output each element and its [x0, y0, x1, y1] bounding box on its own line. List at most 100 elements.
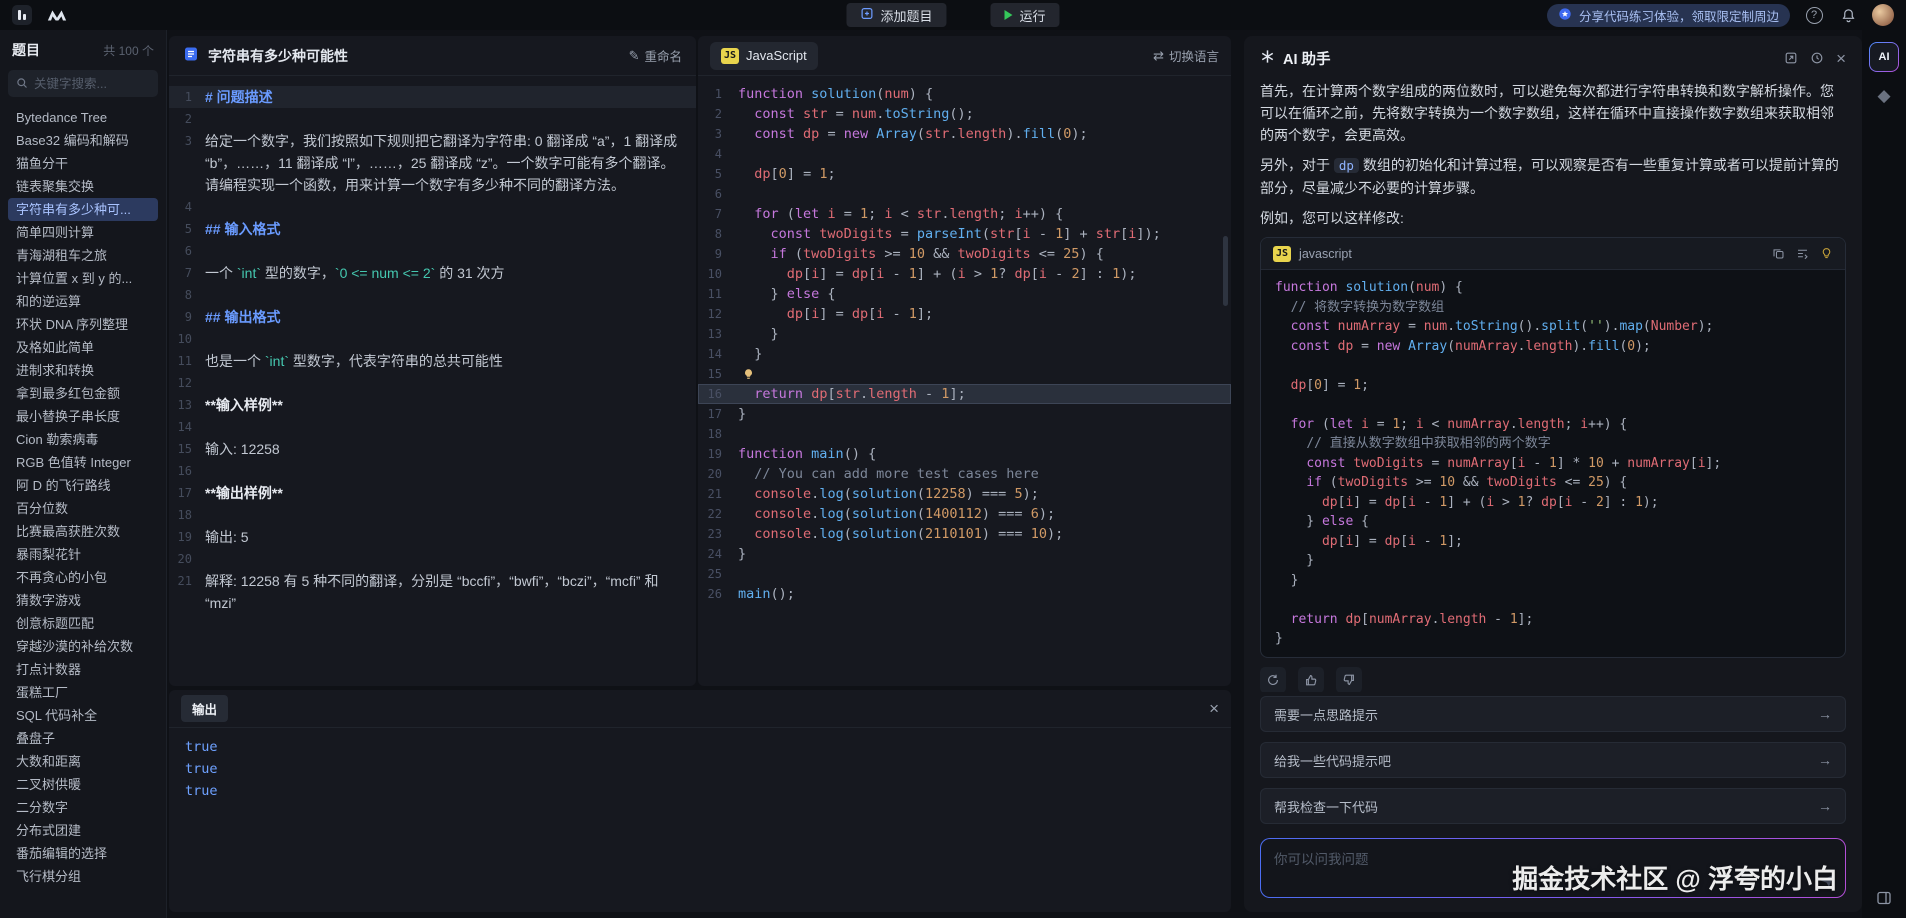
marscode-logo-icon[interactable] — [46, 8, 68, 22]
sidebar-item[interactable]: 环状 DNA 序列整理 — [8, 313, 158, 336]
markdown-line: 8 — [169, 284, 696, 306]
sidebar-item[interactable]: 及格如此简单 — [8, 336, 158, 359]
markdown-line: 5 ## 输入格式 — [169, 218, 696, 240]
code-text: console.log(solution(12258) === 5); — [738, 484, 1231, 504]
copy-icon[interactable] — [1772, 247, 1785, 260]
scrollbar[interactable] — [1223, 236, 1228, 306]
promo-button[interactable]: 分享代码练习体验，领取限定制周边 — [1547, 4, 1790, 27]
sidebar-item-label: 大数和距离 — [16, 754, 81, 769]
rename-label: 重命名 — [644, 46, 682, 65]
markdown-text — [205, 548, 696, 570]
sidebar-item[interactable]: 比赛最高获胜次数 — [8, 520, 158, 543]
sidebar-item[interactable]: 链表聚集交换 — [8, 175, 158, 198]
sidebar-item[interactable]: 最小替换子串长度 — [8, 405, 158, 428]
sidebar-item[interactable]: 进制求和转换 — [8, 359, 158, 382]
sidebar-item[interactable]: 青海湖租车之旅 — [8, 244, 158, 267]
problem-panel: 字符串有多少种可能性 ✎ 重命名 1 # 问题描述 — [169, 36, 696, 686]
run-button[interactable]: 运行 — [991, 3, 1060, 27]
code-text: dp[i] = dp[i - 1]; — [738, 304, 1231, 324]
add-problem-button[interactable]: 添加题目 — [846, 3, 946, 27]
line-number: 11 — [169, 350, 205, 372]
bell-icon[interactable] — [1838, 5, 1858, 25]
sidebar-item-label: 蛋糕工厂 — [16, 685, 68, 700]
problem-count: 共 100 个 — [103, 42, 154, 59]
code-line: 22 console.log(solution(1400112) === 6); — [698, 504, 1231, 524]
sidebar-item[interactable]: 百分位数 — [8, 497, 158, 520]
sidebar-item[interactable]: 和的逆运算 — [8, 290, 158, 313]
sidebar-item[interactable]: Base32 编码和解码 — [8, 129, 158, 152]
markdown-editor[interactable]: 1 # 问题描述 2 3 给定一个数字，我们按照如下规则把它翻译为字符串: 0 … — [169, 76, 696, 686]
avatar[interactable] — [1872, 4, 1894, 26]
help-icon[interactable]: ? — [1804, 5, 1824, 25]
sidebar-item[interactable]: 穿越沙漠的补给次数 — [8, 635, 158, 658]
sidebar-item[interactable]: 分布式团建 — [8, 819, 158, 842]
ai-code-line: const twoDigits = numArray[i - 1] * 10 +… — [1275, 454, 1831, 474]
line-number: 21 — [169, 570, 205, 614]
code-editor[interactable]: 1 function solution(num) { 2 const str =… — [698, 76, 1231, 686]
output-line: true — [185, 780, 1215, 802]
line-number: 14 — [169, 416, 205, 438]
close-icon[interactable]: × — [1836, 50, 1846, 67]
line-number: 6 — [169, 240, 205, 262]
add-icon — [860, 7, 873, 23]
output-tab[interactable]: 输出 — [181, 695, 228, 722]
search-box[interactable] — [8, 70, 158, 97]
ai-input-box — [1260, 838, 1846, 898]
sidebar-item[interactable]: 阿 D 的飞行路线 — [8, 474, 158, 497]
juejin-logo-icon[interactable]: ◆ — [1877, 86, 1890, 106]
sidebar-item[interactable]: 猜数字游戏 — [8, 589, 158, 612]
close-icon[interactable]: × — [1209, 700, 1219, 717]
sidebar-item-label: 字符串有多少种可... — [16, 202, 131, 217]
switch-language-button[interactable]: ⇄ 切换语言 — [1153, 46, 1219, 65]
code-line: 25 — [698, 564, 1231, 584]
sidebar-item[interactable]: 简单四则计算 — [8, 221, 158, 244]
insert-code-icon[interactable] — [1796, 247, 1809, 260]
sidebar-item[interactable]: 大数和距离 — [8, 750, 158, 773]
arrow-right-icon: → — [1818, 752, 1832, 768]
rename-button[interactable]: ✎ 重命名 — [629, 46, 682, 65]
sidebar-item[interactable]: 不再贪心的小包 — [8, 566, 158, 589]
sidebar-item[interactable]: 暴雨梨花针 — [8, 543, 158, 566]
send-icon[interactable] — [1819, 873, 1835, 889]
thumbs-up-icon[interactable] — [1298, 667, 1324, 693]
sidebar-item[interactable]: Cion 勒索病毒 — [8, 428, 158, 451]
sidebar-item[interactable]: 叠盘子 — [8, 727, 158, 750]
sidebar-item[interactable]: SQL 代码补全 — [8, 704, 158, 727]
pencil-icon: ✎ — [629, 48, 640, 64]
sidebar-item[interactable]: 蛋糕工厂 — [8, 681, 158, 704]
sidebar-item[interactable]: 计算位置 x 到 y 的... — [8, 267, 158, 290]
suggestion-chip[interactable]: 帮我检查一下代码 → — [1260, 788, 1846, 824]
suggestion-chip[interactable]: 给我一些代码提示吧 → — [1260, 742, 1846, 778]
ai-question-input[interactable] — [1274, 848, 1807, 888]
markdown-text: 输入: 12258 — [205, 438, 696, 460]
sidebar-item[interactable]: 番茄编辑的选择 — [8, 842, 158, 865]
regenerate-icon[interactable] — [1260, 667, 1286, 693]
code-line: 19 function main() { — [698, 444, 1231, 464]
sidebar-item[interactable]: 创意标题匹配 — [8, 612, 158, 635]
sidebar-item[interactable]: 打点计数器 — [8, 658, 158, 681]
sidebar-item[interactable]: 二分数字 — [8, 796, 158, 819]
language-tab[interactable]: JS JavaScript — [710, 42, 818, 70]
apply-icon[interactable] — [1820, 247, 1833, 260]
sidebar-item[interactable]: RGB 色值转 Integer — [8, 451, 158, 474]
panel-toggle-icon[interactable] — [1876, 890, 1892, 906]
markdown-text — [205, 284, 696, 306]
code-line: 4 — [698, 144, 1231, 164]
markdown-line: 3 给定一个数字，我们按照如下规则把它翻译为字符串: 0 翻译成 “a”，1 翻… — [169, 130, 696, 196]
sidebar-item[interactable]: 猫鱼分干 — [8, 152, 158, 175]
code-line: 2 const str = num.toString(); — [698, 104, 1231, 124]
markdown-line: 15 输入: 12258 — [169, 438, 696, 460]
thumbs-down-icon[interactable] — [1336, 667, 1362, 693]
ai-assistant-button[interactable]: AI — [1869, 42, 1899, 72]
sidebar-item[interactable]: 拿到最多红包金额 — [8, 382, 158, 405]
markdown-line: 11 也是一个 `int` 型数字，代表字符串的总共可能性 — [169, 350, 696, 372]
suggestion-chip[interactable]: 需要一点思路提示 → — [1260, 696, 1846, 732]
search-input[interactable] — [34, 77, 150, 91]
export-icon[interactable] — [1784, 51, 1798, 65]
ide-logo-icon[interactable] — [12, 5, 32, 25]
sidebar-item[interactable]: 飞行棋分组 — [8, 865, 158, 888]
sidebar-item[interactable]: 字符串有多少种可... — [8, 198, 158, 221]
sidebar-item[interactable]: 二叉树供暖 — [8, 773, 158, 796]
history-icon[interactable] — [1810, 51, 1824, 65]
sidebar-item[interactable]: Bytedance Tree — [8, 106, 158, 129]
